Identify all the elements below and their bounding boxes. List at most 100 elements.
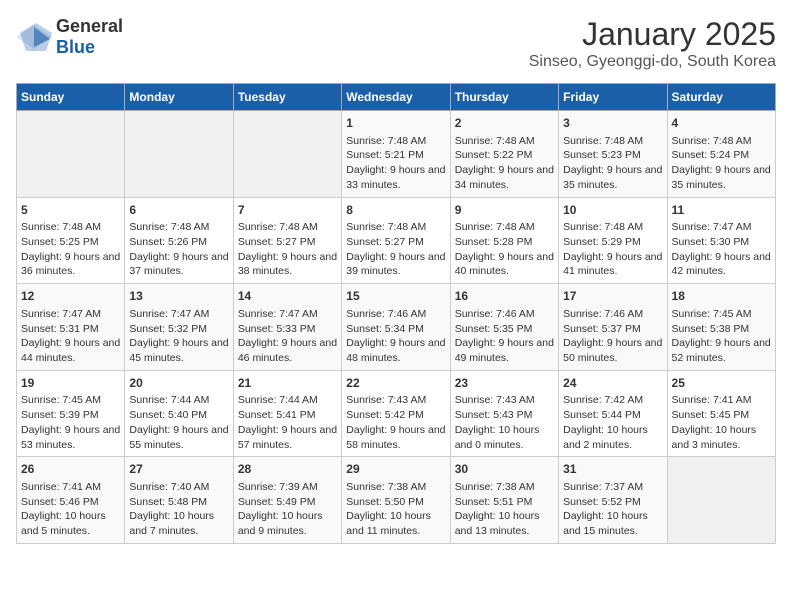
calendar-cell: 11Sunrise: 7:47 AMSunset: 5:30 PMDayligh… <box>667 197 775 284</box>
day-number: 24 <box>563 375 662 392</box>
cell-content: Sunrise: 7:46 AMSunset: 5:35 PMDaylight:… <box>455 307 554 366</box>
day-number: 28 <box>238 461 337 478</box>
calendar-subtitle: Sinseo, Gyeonggi-do, South Korea <box>529 53 776 71</box>
day-number: 9 <box>455 202 554 219</box>
logo-general: General <box>56 16 123 36</box>
day-number: 20 <box>129 375 228 392</box>
cell-content: Sunrise: 7:45 AMSunset: 5:39 PMDaylight:… <box>21 393 120 452</box>
cell-content: Sunrise: 7:47 AMSunset: 5:30 PMDaylight:… <box>672 220 771 279</box>
day-number: 15 <box>346 288 445 305</box>
header: General Blue January 2025 Sinseo, Gyeong… <box>16 16 776 71</box>
cell-content: Sunrise: 7:47 AMSunset: 5:31 PMDaylight:… <box>21 307 120 366</box>
calendar-cell: 6Sunrise: 7:48 AMSunset: 5:26 PMDaylight… <box>125 197 233 284</box>
cell-content: Sunrise: 7:48 AMSunset: 5:27 PMDaylight:… <box>346 220 445 279</box>
calendar-table: SundayMondayTuesdayWednesdayThursdayFrid… <box>16 83 776 544</box>
cell-content: Sunrise: 7:38 AMSunset: 5:50 PMDaylight:… <box>346 480 445 539</box>
logo-blue: Blue <box>56 37 95 57</box>
cell-content: Sunrise: 7:46 AMSunset: 5:37 PMDaylight:… <box>563 307 662 366</box>
day-number: 4 <box>672 115 771 132</box>
day-header-sunday: Sunday <box>17 84 125 111</box>
calendar-cell <box>233 111 341 198</box>
day-number: 26 <box>21 461 120 478</box>
calendar-cell: 24Sunrise: 7:42 AMSunset: 5:44 PMDayligh… <box>559 370 667 457</box>
day-number: 8 <box>346 202 445 219</box>
week-row-3: 12 Sunrise: 7:47 AMSunset: 5:31 PMDayligh… <box>17 284 776 371</box>
day-header-row: SundayMondayTuesdayWednesdayThursdayFrid… <box>17 84 776 111</box>
calendar-cell: 31 Sunrise: 7:37 AMSunset: 5:52 PMDayligh… <box>559 457 667 544</box>
logo: General Blue <box>16 16 123 58</box>
calendar-cell: 13Sunrise: 7:47 AMSunset: 5:32 PMDayligh… <box>125 284 233 371</box>
cell-content: Sunrise: 7:48 AMSunset: 5:24 PMDaylight:… <box>672 134 771 193</box>
day-number: 11 <box>672 202 771 219</box>
day-number: 31 <box>563 461 662 478</box>
cell-content: Sunrise: 7:44 AMSunset: 5:40 PMDaylight:… <box>129 393 228 452</box>
cell-content: Sunrise: 7:38 AMSunset: 5:51 PMDaylight:… <box>455 480 554 539</box>
logo-icon <box>16 23 52 51</box>
day-number: 1 <box>346 115 445 132</box>
cell-content: Sunrise: 7:41 AMSunset: 5:45 PMDaylight:… <box>672 393 771 452</box>
cell-content: Sunrise: 7:42 AMSunset: 5:44 PMDaylight:… <box>563 393 662 452</box>
cell-content: Sunrise: 7:48 AMSunset: 5:23 PMDaylight:… <box>563 134 662 193</box>
calendar-cell: 28Sunrise: 7:39 AMSunset: 5:49 PMDayligh… <box>233 457 341 544</box>
calendar-cell: 16Sunrise: 7:46 AMSunset: 5:35 PMDayligh… <box>450 284 558 371</box>
day-number: 6 <box>129 202 228 219</box>
day-number: 30 <box>455 461 554 478</box>
calendar-cell <box>17 111 125 198</box>
cell-content: Sunrise: 7:47 AMSunset: 5:33 PMDaylight:… <box>238 307 337 366</box>
day-header-wednesday: Wednesday <box>342 84 450 111</box>
day-number: 23 <box>455 375 554 392</box>
calendar-cell: 2 Sunrise: 7:48 AMSunset: 5:22 PMDaylight… <box>450 111 558 198</box>
day-header-tuesday: Tuesday <box>233 84 341 111</box>
day-number: 17 <box>563 288 662 305</box>
day-number: 5 <box>21 202 120 219</box>
cell-content: Sunrise: 7:48 AMSunset: 5:22 PMDaylight:… <box>455 134 554 193</box>
day-header-thursday: Thursday <box>450 84 558 111</box>
calendar-title: January 2025 <box>529 16 776 53</box>
day-header-monday: Monday <box>125 84 233 111</box>
cell-content: Sunrise: 7:40 AMSunset: 5:48 PMDaylight:… <box>129 480 228 539</box>
day-number: 22 <box>346 375 445 392</box>
day-number: 25 <box>672 375 771 392</box>
calendar-cell: 22Sunrise: 7:43 AMSunset: 5:42 PMDayligh… <box>342 370 450 457</box>
day-number: 2 <box>455 115 554 132</box>
calendar-cell: 9Sunrise: 7:48 AMSunset: 5:28 PMDaylight… <box>450 197 558 284</box>
cell-content: Sunrise: 7:47 AMSunset: 5:32 PMDaylight:… <box>129 307 228 366</box>
calendar-cell: 15 Sunrise: 7:46 AMSunset: 5:34 PMDayligh… <box>342 284 450 371</box>
day-number: 3 <box>563 115 662 132</box>
week-row-4: 19Sunrise: 7:45 AMSunset: 5:39 PMDayligh… <box>17 370 776 457</box>
calendar-cell: 29Sunrise: 7:38 AMSunset: 5:50 PMDayligh… <box>342 457 450 544</box>
calendar-cell: 8Sunrise: 7:48 AMSunset: 5:27 PMDaylight… <box>342 197 450 284</box>
cell-content: Sunrise: 7:48 AMSunset: 5:27 PMDaylight:… <box>238 220 337 279</box>
calendar-cell: 26 Sunrise: 7:41 AMSunset: 5:46 PMDayligh… <box>17 457 125 544</box>
day-number: 19 <box>21 375 120 392</box>
calendar-cell: 23Sunrise: 7:43 AMSunset: 5:43 PMDayligh… <box>450 370 558 457</box>
calendar-cell: 7Sunrise: 7:48 AMSunset: 5:27 PMDaylight… <box>233 197 341 284</box>
day-number: 12 <box>21 288 120 305</box>
calendar-cell: 25Sunrise: 7:41 AMSunset: 5:45 PMDayligh… <box>667 370 775 457</box>
calendar-cell: 21Sunrise: 7:44 AMSunset: 5:41 PMDayligh… <box>233 370 341 457</box>
cell-content: Sunrise: 7:45 AMSunset: 5:38 PMDaylight:… <box>672 307 771 366</box>
calendar-cell: 27 Sunrise: 7:40 AMSunset: 5:48 PMDayligh… <box>125 457 233 544</box>
day-header-friday: Friday <box>559 84 667 111</box>
calendar-cell: 19Sunrise: 7:45 AMSunset: 5:39 PMDayligh… <box>17 370 125 457</box>
day-header-saturday: Saturday <box>667 84 775 111</box>
calendar-cell: 4 Sunrise: 7:48 AMSunset: 5:24 PMDaylight… <box>667 111 775 198</box>
cell-content: Sunrise: 7:48 AMSunset: 5:25 PMDaylight:… <box>21 220 120 279</box>
cell-content: Sunrise: 7:37 AMSunset: 5:52 PMDaylight:… <box>563 480 662 539</box>
calendar-cell: 10Sunrise: 7:48 AMSunset: 5:29 PMDayligh… <box>559 197 667 284</box>
calendar-cell <box>667 457 775 544</box>
calendar-cell: 1 Sunrise: 7:48 AMSunset: 5:21 PMDaylight… <box>342 111 450 198</box>
calendar-cell: 18Sunrise: 7:45 AMSunset: 5:38 PMDayligh… <box>667 284 775 371</box>
day-number: 21 <box>238 375 337 392</box>
cell-content: Sunrise: 7:44 AMSunset: 5:41 PMDaylight:… <box>238 393 337 452</box>
week-row-1: 1 Sunrise: 7:48 AMSunset: 5:21 PMDaylight… <box>17 111 776 198</box>
cell-content: Sunrise: 7:41 AMSunset: 5:46 PMDaylight:… <box>21 480 120 539</box>
day-number: 27 <box>129 461 228 478</box>
day-number: 7 <box>238 202 337 219</box>
day-number: 10 <box>563 202 662 219</box>
cell-content: Sunrise: 7:43 AMSunset: 5:43 PMDaylight:… <box>455 393 554 452</box>
cell-content: Sunrise: 7:46 AMSunset: 5:34 PMDaylight:… <box>346 307 445 366</box>
cell-content: Sunrise: 7:48 AMSunset: 5:21 PMDaylight:… <box>346 134 445 193</box>
title-block: January 2025 Sinseo, Gyeonggi-do, South … <box>529 16 776 71</box>
calendar-cell: 3 Sunrise: 7:48 AMSunset: 5:23 PMDaylight… <box>559 111 667 198</box>
